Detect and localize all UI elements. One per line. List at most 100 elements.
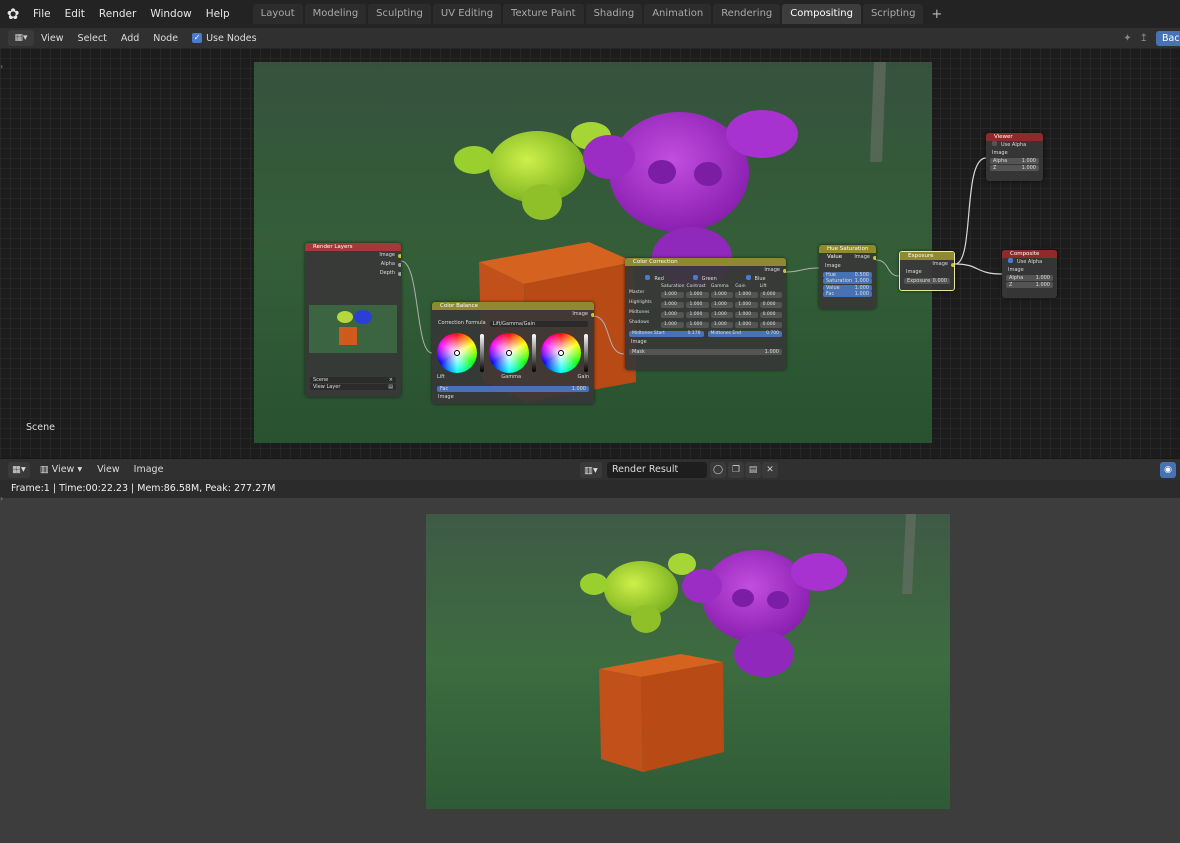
socket-image-out[interactable]: Image <box>625 266 786 275</box>
render-layers-node[interactable]: Render Layers Image Alpha Depth Scene × V… <box>305 243 401 397</box>
socket-dot[interactable] <box>398 262 401 267</box>
tab-uv-editing[interactable]: UV Editing <box>432 4 502 24</box>
view-mode-dropdown[interactable]: ▥ View ▾ <box>36 462 86 478</box>
midtones-lift-field[interactable]: 0.000 <box>759 311 782 318</box>
fac-slider[interactable]: Fac 1.000 <box>437 385 589 392</box>
socket-image-out[interactable]: Image <box>900 260 954 269</box>
socket-image-out[interactable]: Image <box>819 253 876 262</box>
value-slider[interactable]: Value 1.000 <box>823 284 872 291</box>
use-nodes-toggle[interactable]: ✓ Use Nodes <box>185 33 264 44</box>
gain-value-slider[interactable] <box>584 334 588 372</box>
menu-help[interactable]: Help <box>199 0 237 28</box>
blender-logo-icon[interactable]: ✿ <box>0 0 26 28</box>
midtones-start-slider[interactable]: Midtones Start 0.176 <box>629 330 704 337</box>
viewer-alpha-field[interactable]: Alpha 1.000 <box>990 158 1039 164</box>
master-contrast-field[interactable]: 1.000 <box>686 291 709 298</box>
midtones-contrast-field[interactable]: 1.000 <box>686 311 709 318</box>
editor-type-selector[interactable]: ▦▾ <box>8 461 30 478</box>
shadows-contrast-field[interactable]: 1.000 <box>686 321 709 328</box>
composite-use-alpha-toggle[interactable]: Use Alpha <box>1002 258 1057 266</box>
close-icon[interactable]: × <box>389 377 393 383</box>
saturation-slider[interactable]: Saturation 1.000 <box>823 278 872 284</box>
midtones-gain-field[interactable]: 1.000 <box>735 311 758 318</box>
socket-dot[interactable] <box>873 255 876 260</box>
red-toggle[interactable]: Red <box>645 275 664 284</box>
master-lift-field[interactable]: 0.000 <box>759 291 782 298</box>
socket-dot[interactable] <box>951 262 954 267</box>
tab-scripting[interactable]: Scripting <box>862 4 924 24</box>
midtones-gamma-field[interactable]: 1.000 <box>710 311 734 318</box>
wheel-cursor[interactable] <box>506 350 512 356</box>
parent-node-tree-icon[interactable]: ↥ <box>1140 33 1148 44</box>
shadows-gain-field[interactable]: 1.000 <box>735 321 758 328</box>
gain-color-wheel[interactable] <box>541 333 581 373</box>
view-layer-selector[interactable]: View Layer ▤ <box>310 384 396 390</box>
socket-image-in[interactable]: Image <box>986 149 1043 157</box>
socket-dot[interactable] <box>783 268 786 273</box>
socket-image-out[interactable]: Image <box>305 251 401 260</box>
duplicate-icon[interactable]: ❐ <box>728 462 744 478</box>
tab-compositing[interactable]: Compositing <box>782 4 861 24</box>
menu-edit[interactable]: Edit <box>58 0 92 28</box>
add-workspace-button[interactable]: + <box>925 7 948 22</box>
highlights-lift-field[interactable]: 0.000 <box>759 301 782 308</box>
composite-node[interactable]: Composite Use Alpha Image Alpha 1.000 Z 1.… <box>1002 250 1057 298</box>
menu-image[interactable]: Image <box>127 464 171 475</box>
menu-select[interactable]: Select <box>71 33 114 44</box>
socket-image-in[interactable]: Image <box>625 338 786 347</box>
lift-color-wheel[interactable] <box>437 333 477 373</box>
menu-window[interactable]: Window <box>143 0 198 28</box>
color-balance-node[interactable]: Color Balance Image Correction Formula Li… <box>432 302 594 404</box>
socket-dot[interactable] <box>398 271 401 276</box>
blue-toggle[interactable]: Blue <box>745 275 766 284</box>
editor-type-selector[interactable]: ▦▾ <box>8 30 34 46</box>
viewer-z-field[interactable]: Z 1.000 <box>990 165 1039 171</box>
highlights-saturation-field[interactable]: 1.000 <box>661 301 685 308</box>
tab-modeling[interactable]: Modeling <box>304 4 367 24</box>
viewer-use-alpha-toggle[interactable]: Use Alpha <box>986 141 1043 149</box>
mask-slider[interactable]: Mask 1.000 <box>629 348 782 355</box>
socket-image-out[interactable]: Image <box>432 310 594 319</box>
socket-depth-out[interactable]: Depth <box>305 269 401 278</box>
master-gamma-field[interactable]: 1.000 <box>710 291 734 298</box>
menu-render[interactable]: Render <box>92 0 143 28</box>
master-saturation-field[interactable]: 1.000 <box>661 291 685 298</box>
viewer-node[interactable]: Viewer Use Alpha Image Alpha 1.000 Z 1.000 <box>986 133 1043 181</box>
tab-rendering[interactable]: Rendering <box>713 4 781 24</box>
scene-selector[interactable]: Scene × <box>310 376 396 383</box>
shadows-gamma-field[interactable]: 1.000 <box>710 321 734 328</box>
socket-image-in[interactable]: Image <box>900 269 954 276</box>
gamma-value-slider[interactable] <box>532 334 536 372</box>
tab-shading[interactable]: Shading <box>585 4 643 24</box>
highlights-contrast-field[interactable]: 1.000 <box>686 301 709 308</box>
exposure-slider[interactable]: Exposure 0.000 <box>904 277 950 284</box>
shadows-saturation-field[interactable]: 1.000 <box>661 321 685 328</box>
highlights-gamma-field[interactable]: 1.000 <box>710 301 734 308</box>
hsv-fac-slider[interactable]: Fac 1.000 <box>823 291 872 297</box>
menu-file[interactable]: File <box>26 0 58 28</box>
lift-value-slider[interactable] <box>480 334 484 372</box>
hue-slider[interactable]: Hue 0.500 <box>823 271 872 278</box>
socket-image-in[interactable]: Image <box>1002 266 1057 274</box>
image-name-field[interactable]: Render Result <box>607 462 707 478</box>
close-icon[interactable]: ✕ <box>762 462 778 478</box>
tab-layout[interactable]: Layout <box>252 4 303 24</box>
menu-node[interactable]: Node <box>146 33 185 44</box>
tab-sculpting[interactable]: Sculpting <box>368 4 431 24</box>
menu-view[interactable]: View <box>34 33 71 44</box>
open-folder-icon[interactable]: ▤ <box>745 462 761 478</box>
tab-animation[interactable]: Animation <box>644 4 712 24</box>
color-correction-node[interactable]: Color Correction Image Red Green Blue Sa… <box>625 258 786 370</box>
composite-z-field[interactable]: Z 1.000 <box>1006 282 1053 288</box>
shadows-lift-field[interactable]: 0.000 <box>759 321 782 328</box>
socket-image-in[interactable]: Image <box>819 262 876 271</box>
socket-dot[interactable] <box>398 253 401 258</box>
composite-alpha-field[interactable]: Alpha 1.000 <box>1006 275 1053 281</box>
menu-add[interactable]: Add <box>114 33 146 44</box>
midtones-saturation-field[interactable]: 1.000 <box>661 311 685 318</box>
wheel-cursor[interactable] <box>558 350 564 356</box>
menu-view[interactable]: View <box>90 464 127 475</box>
midtones-end-slider[interactable]: Midtones End 0.700 <box>707 330 782 337</box>
sidebar-expand-icon[interactable]: › <box>0 494 3 503</box>
exposure-node[interactable]: Exposure Image Image Exposure 0.000 <box>899 251 955 291</box>
